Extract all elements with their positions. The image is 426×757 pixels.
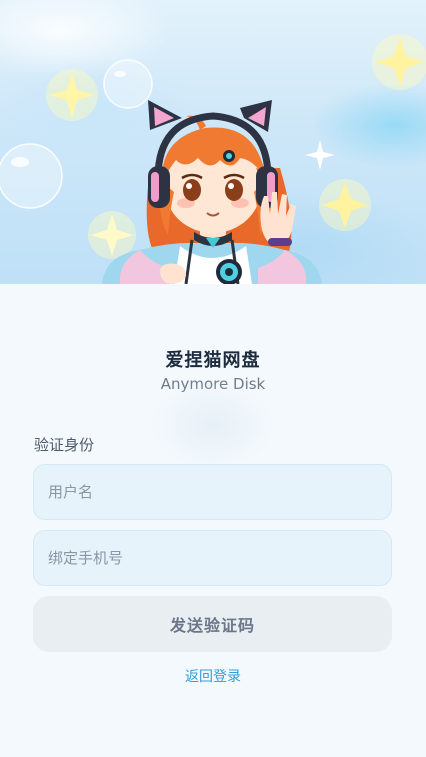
back-to-login-link[interactable]: 返回登录 xyxy=(0,666,426,686)
username-input[interactable] xyxy=(33,464,392,520)
watermark-decoration xyxy=(150,380,276,470)
mascot-illustration xyxy=(0,34,426,284)
send-code-button[interactable]: 发送验证码 xyxy=(33,596,392,652)
app-title: 爱捏猫网盘 xyxy=(165,350,261,371)
mascot-character xyxy=(102,100,322,284)
hero-banner xyxy=(0,0,426,284)
phone-input[interactable] xyxy=(33,530,392,586)
section-label-verify-identity: 验证身份 xyxy=(34,436,95,454)
